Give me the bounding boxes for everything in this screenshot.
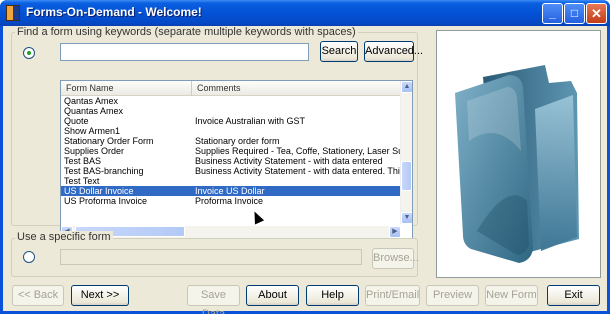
comment-cell bbox=[192, 176, 401, 186]
save-data-button[interactable]: Save Data bbox=[187, 285, 240, 314]
new-form-button[interactable]: New Form bbox=[485, 285, 538, 306]
app-window: Forms-On-Demand - Welcome! _ □ ✕ Find a … bbox=[0, 0, 610, 314]
window-title: Forms-On-Demand - Welcome! bbox=[26, 5, 202, 19]
form-name-cell: Test BAS bbox=[64, 156, 102, 166]
table-row[interactable]: Qantas Amex bbox=[61, 96, 401, 106]
table-row[interactable]: Test BAS-branching Business Activity Stat… bbox=[61, 166, 401, 176]
form-name-cell: Supplies Order bbox=[64, 146, 125, 156]
keyword-radio[interactable] bbox=[23, 47, 35, 59]
specific-form-path-input[interactable] bbox=[60, 249, 362, 265]
advanced-button[interactable]: Advanced... bbox=[364, 41, 423, 62]
scroll-right-button[interactable]: ▶ bbox=[389, 226, 401, 238]
form-name-cell: Test BAS-branching bbox=[64, 166, 144, 176]
about-button[interactable]: About bbox=[246, 285, 299, 306]
comment-cell: Stationary order form bbox=[195, 136, 280, 146]
table-row[interactable]: Quote Invoice Australian with GST bbox=[61, 116, 401, 126]
close-button[interactable]: ✕ bbox=[586, 3, 607, 24]
next-button[interactable]: Next >> bbox=[71, 285, 129, 306]
form-list-header: Form Name Comments bbox=[61, 81, 401, 96]
specific-form-radio[interactable] bbox=[23, 251, 35, 263]
form-name-cell: Quantas Amex bbox=[64, 106, 124, 116]
keyword-search-input[interactable] bbox=[60, 43, 309, 61]
client-area: Find a form using keywords (separate mul… bbox=[3, 26, 607, 314]
title-bar[interactable]: Forms-On-Demand - Welcome! _ □ ✕ bbox=[0, 0, 610, 26]
table-row[interactable]: US Proforma Invoice Proforma Invoice bbox=[61, 196, 401, 206]
form-name-cell: Show Armen1 bbox=[64, 126, 121, 136]
browse-button[interactable]: Browse... bbox=[372, 248, 419, 269]
form-name-cell: US Dollar Invoice bbox=[64, 186, 134, 196]
vertical-scrollbar[interactable]: ▲ ▼ bbox=[400, 81, 412, 224]
preview-button[interactable]: Preview bbox=[426, 285, 479, 306]
form-name-cell: US Proforma Invoice bbox=[64, 196, 148, 206]
back-button[interactable]: << Back bbox=[12, 285, 64, 306]
help-button[interactable]: Help bbox=[306, 285, 359, 306]
folder-image-panel bbox=[436, 30, 601, 278]
comment-cell: Proforma Invoice bbox=[195, 196, 264, 206]
scroll-up-button[interactable]: ▲ bbox=[401, 81, 412, 93]
form-list-body: Qantas Amex Quantas Amex Quote Invoice Aust… bbox=[61, 96, 401, 224]
comment-cell bbox=[192, 126, 401, 136]
column-comments[interactable]: Comments bbox=[192, 81, 401, 96]
table-row[interactable]: Supplies Order Supplies Required - Tea, C… bbox=[61, 146, 401, 156]
table-row[interactable]: Test BAS Business Activity Statement - wi… bbox=[61, 156, 401, 166]
table-row[interactable]: Quantas Amex bbox=[61, 106, 401, 116]
exit-button[interactable]: Exit bbox=[547, 285, 600, 306]
keyword-group-label: Find a form using keywords (separate mul… bbox=[15, 26, 358, 38]
form-name-cell: Stationary Order Form bbox=[64, 136, 154, 146]
comment-cell bbox=[192, 96, 401, 106]
table-row[interactable]: Stationary Order Form Stationary order fo… bbox=[61, 136, 401, 146]
specific-group-label: Use a specific form bbox=[15, 231, 113, 243]
form-list[interactable]: Form Name Comments Qantas Amex Quantas Am… bbox=[60, 80, 413, 239]
table-row[interactable]: US Dollar Invoice Invoice US Dollar bbox=[61, 186, 401, 196]
app-icon bbox=[6, 5, 20, 21]
comment-cell: Business Activity Statement - with data … bbox=[195, 156, 383, 166]
table-row[interactable]: Show Armen1 bbox=[61, 126, 401, 136]
scroll-down-button[interactable]: ▼ bbox=[401, 212, 412, 224]
column-form-name[interactable]: Form Name bbox=[61, 81, 192, 96]
comment-cell: Invoice Australian with GST bbox=[195, 116, 306, 126]
vertical-scroll-thumb[interactable] bbox=[401, 161, 412, 191]
maximize-button[interactable]: □ bbox=[564, 3, 585, 24]
comment-cell: Business Activity Statement - with data … bbox=[195, 166, 401, 176]
search-button[interactable]: Search bbox=[320, 41, 358, 62]
comment-cell bbox=[192, 106, 401, 116]
form-name-cell: Qantas Amex bbox=[64, 96, 119, 106]
print-email-button[interactable]: Print/Email bbox=[365, 285, 420, 306]
minimize-button[interactable]: _ bbox=[542, 3, 563, 24]
comment-cell: Invoice US Dollar bbox=[195, 186, 265, 196]
table-row[interactable]: Test Text bbox=[61, 176, 401, 186]
form-name-cell: Quote bbox=[64, 116, 89, 126]
form-name-cell: Test Text bbox=[64, 176, 100, 186]
folder-icon bbox=[455, 65, 579, 263]
comment-cell: Supplies Required - Tea, Coffe, Statione… bbox=[195, 146, 401, 156]
